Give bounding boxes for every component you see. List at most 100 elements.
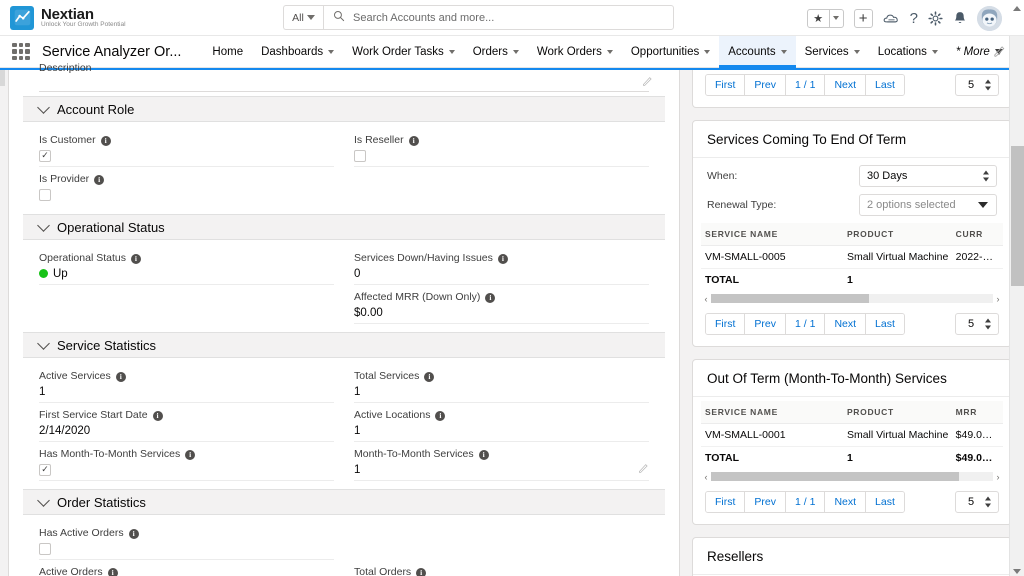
pager-next-button[interactable]: Next — [825, 75, 867, 95]
checkbox-is-reseller[interactable] — [354, 149, 366, 162]
info-icon[interactable]: i — [424, 371, 435, 382]
notifications-bell-icon[interactable] — [953, 11, 967, 26]
page-size-stepper[interactable]: 5 — [955, 74, 999, 96]
stepper-arrows-icon[interactable] — [985, 318, 991, 330]
column-header-service-name[interactable]: SERVICE NAME — [701, 223, 843, 246]
browser-scrollbar[interactable] — [1009, 6, 1024, 576]
scroll-down-icon[interactable] — [1013, 569, 1021, 574]
setup-cloud-icon[interactable] — [883, 11, 900, 26]
info-icon[interactable]: i — [152, 410, 163, 421]
edit-month-to-month-pencil-icon[interactable] — [638, 463, 649, 477]
search-box[interactable] — [323, 5, 674, 30]
info-icon[interactable]: i — [478, 449, 489, 460]
section-header-order-statistics[interactable]: Order Statistics — [23, 489, 665, 515]
page-size-stepper[interactable]: 5 — [955, 313, 999, 335]
browser-scrollbar-thumb[interactable] — [1011, 146, 1024, 286]
info-icon[interactable]: i — [130, 253, 141, 264]
scrollbar-track[interactable] — [711, 294, 993, 303]
scroll-left-icon[interactable]: ‹ — [701, 294, 711, 304]
info-icon[interactable]: i — [416, 567, 427, 576]
when-stepper-select[interactable]: 30 Days — [859, 165, 997, 187]
section-header-service-statistics[interactable]: Service Statistics — [23, 332, 665, 358]
checkbox-has-month-to-month[interactable]: ✓ — [39, 463, 51, 476]
edit-description-pencil-icon[interactable] — [642, 76, 653, 90]
pager-prev-button[interactable]: Prev — [745, 75, 787, 95]
pager-next-button[interactable]: Next — [825, 492, 867, 512]
add-icon[interactable]: + — [853, 8, 873, 28]
section-header-account-role[interactable]: Account Role — [23, 96, 665, 122]
checkbox-is-customer[interactable]: ✓ — [39, 149, 51, 162]
table-horizontal-scrollbar[interactable]: ‹ › — [701, 293, 1003, 304]
stepper-arrows-icon[interactable] — [983, 170, 989, 182]
checkbox-has-active-orders[interactable] — [39, 542, 51, 555]
column-header-mrr[interactable]: MRR — [951, 401, 1003, 424]
nav-item-services[interactable]: Services — [796, 36, 869, 68]
nav-item-orders[interactable]: Orders — [464, 36, 528, 68]
nav-item-dashboards[interactable]: Dashboards — [252, 36, 343, 68]
field-has-month-to-month-services: Has Month-To-Month Services i ✓ — [39, 444, 334, 483]
cell-service-name-link[interactable]: VM-SMALL-0001 — [701, 423, 843, 447]
scroll-left-icon[interactable]: ‹ — [701, 472, 711, 482]
nav-item-work-orders[interactable]: Work Orders — [528, 36, 622, 68]
scroll-up-icon[interactable] — [1013, 6, 1021, 11]
brand-logo[interactable]: Nextian Unlock Your Growth Potential — [0, 5, 126, 30]
info-icon[interactable]: i — [100, 135, 111, 146]
column-header-service-name[interactable]: SERVICE NAME — [701, 401, 843, 424]
pager-prev-button[interactable]: Prev — [745, 492, 787, 512]
column-header-product[interactable]: PRODUCT — [842, 223, 952, 246]
info-icon[interactable]: i — [94, 174, 105, 185]
column-header-currency[interactable]: CURR — [951, 223, 1003, 246]
info-icon[interactable]: i — [485, 292, 496, 303]
help-icon[interactable]: ? — [910, 11, 918, 26]
pager-first-button[interactable]: First — [706, 492, 746, 512]
favorites-control[interactable]: ★ — [806, 8, 844, 28]
nav-item-accounts[interactable]: Accounts — [719, 35, 796, 68]
table-horizontal-scrollbar[interactable]: ‹ › — [701, 471, 1003, 482]
checkbox-is-provider[interactable] — [39, 189, 51, 201]
renewal-type-multiselect[interactable]: 2 options selected — [859, 194, 997, 216]
column-header-product[interactable]: PRODUCT — [842, 401, 952, 424]
stepper-arrows-icon[interactable] — [985, 496, 991, 508]
info-icon[interactable]: i — [128, 528, 139, 539]
scroll-right-icon[interactable]: › — [993, 294, 1003, 304]
search-scope-select[interactable]: All — [283, 5, 323, 30]
favorites-dropdown-icon[interactable] — [828, 9, 843, 27]
pager-prev-button[interactable]: Prev — [745, 314, 787, 334]
cell-service-name-link[interactable]: VM-SMALL-0005 — [701, 245, 843, 269]
chevron-down-icon — [931, 49, 938, 54]
user-avatar[interactable] — [977, 5, 1002, 31]
scrollbar-thumb[interactable] — [711, 472, 960, 481]
nav-item-work-order-tasks[interactable]: Work Order Tasks — [343, 36, 464, 68]
app-name-label[interactable]: Service Analyzer Or... — [42, 44, 181, 60]
info-icon[interactable]: i — [408, 135, 419, 146]
pager-last-button[interactable]: Last — [866, 314, 904, 334]
scrollbar-thumb[interactable] — [711, 294, 869, 303]
total-mrr: $49.0… — [955, 452, 993, 464]
description-field: Description — [9, 62, 679, 96]
info-icon[interactable]: i — [435, 410, 446, 421]
page-size-stepper[interactable]: 5 — [955, 491, 999, 513]
nav-item-opportunities[interactable]: Opportunities — [622, 36, 719, 68]
pager-next-button[interactable]: Next — [825, 314, 867, 334]
cell-product-link[interactable]: Small Virtual Machine — [842, 423, 952, 447]
search-input[interactable] — [353, 11, 653, 24]
stepper-arrows-icon[interactable] — [985, 79, 991, 91]
favorites-star-icon[interactable]: ★ — [808, 10, 829, 27]
edit-nav-pencil-icon[interactable] — [993, 45, 1006, 61]
info-icon[interactable]: i — [497, 253, 508, 264]
scrollbar-track[interactable] — [711, 472, 993, 481]
cell-product-link[interactable]: Small Virtual Machine — [842, 245, 952, 269]
info-icon[interactable]: i — [185, 449, 196, 460]
section-header-operational-status[interactable]: Operational Status — [23, 214, 665, 240]
nav-item-locations[interactable]: Locations — [869, 36, 947, 68]
app-launcher-icon[interactable] — [12, 42, 30, 61]
info-icon[interactable]: i — [115, 371, 126, 382]
pager-last-button[interactable]: Last — [866, 492, 904, 512]
scroll-right-icon[interactable]: › — [993, 472, 1003, 482]
pager-first-button[interactable]: First — [706, 314, 746, 334]
info-icon[interactable]: i — [107, 567, 118, 576]
pager-last-button[interactable]: Last — [866, 75, 904, 95]
settings-gear-icon[interactable] — [928, 10, 943, 26]
pager-first-button[interactable]: First — [706, 75, 746, 95]
nav-item-home[interactable]: Home — [203, 36, 252, 68]
